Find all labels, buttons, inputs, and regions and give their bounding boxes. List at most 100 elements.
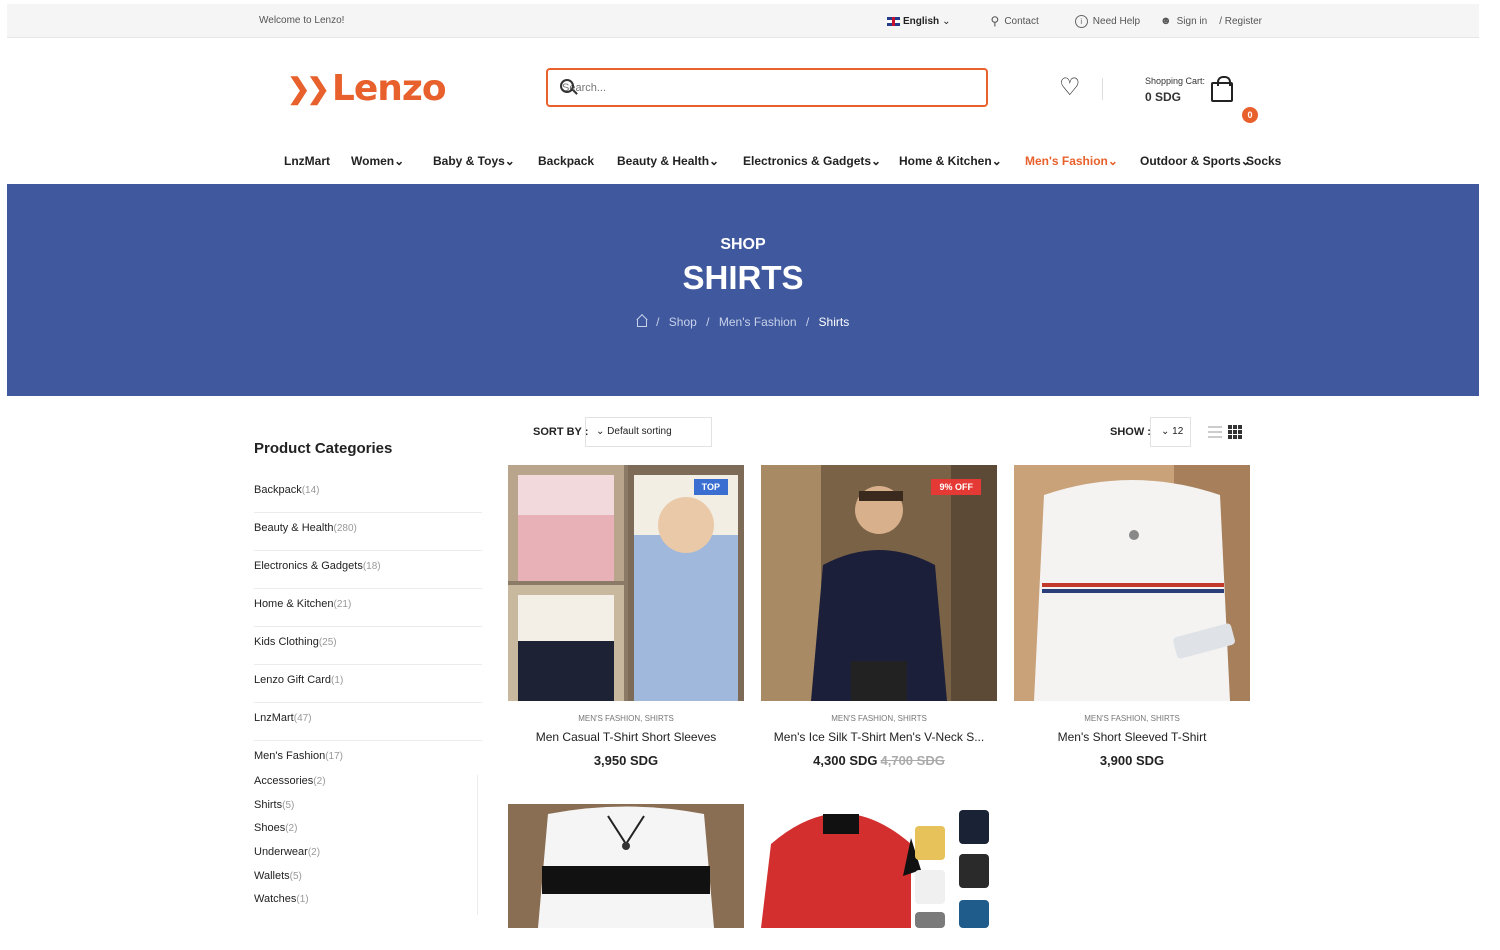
chevron-down-icon: ⌄	[504, 154, 515, 168]
subcategory-name: Accessories	[254, 775, 314, 787]
subcategory-item[interactable]: Accessories(2)	[254, 775, 477, 799]
need-help-link[interactable]: i Need Help	[1074, 14, 1141, 28]
nav-item-home-kitchen[interactable]: Home & Kitchen⌄	[899, 154, 1002, 168]
product-image[interactable]	[1014, 465, 1250, 701]
language-label: English	[903, 15, 940, 27]
current-price: 4,300 SDG	[813, 753, 878, 768]
product-image[interactable]: 9% OFF	[761, 465, 997, 701]
home-icon[interactable]	[636, 319, 647, 327]
nav-item-outdoor-sports[interactable]: Outdoor & Sports⌄	[1140, 154, 1251, 168]
nav-item-beauty-health[interactable]: Beauty & Health⌄	[617, 154, 719, 168]
product-categories[interactable]: MEN'S FASHION, SHIRTS	[1014, 714, 1250, 723]
wishlist-heart-icon[interactable]: ♡	[1059, 76, 1081, 100]
breadcrumb-mens-fashion[interactable]: Men's Fashion	[719, 315, 797, 329]
product-card[interactable]	[761, 804, 997, 928]
category-count: (21)	[333, 599, 352, 610]
need-help-label: Need Help	[1092, 15, 1141, 27]
per-page-value: 12	[1172, 426, 1184, 437]
nav-label: Home & Kitchen	[899, 154, 992, 168]
header: ❯❯ Lenzo ♡ Shopping Cart: 0 SDG 0	[7, 38, 1479, 142]
product-card[interactable]: TOP MEN'S FASHION, SHIRTS Men Casual T-S…	[508, 465, 744, 768]
subcategory-item[interactable]: Underwear(2)	[254, 846, 477, 870]
product-image[interactable]	[761, 804, 997, 928]
product-image[interactable]: TOP	[508, 465, 744, 701]
breadcrumb-separator: /	[656, 315, 660, 329]
shopping-bag-icon[interactable]	[1211, 76, 1233, 102]
category-name: Kids Clothing	[254, 636, 319, 648]
nav-label: Backpack	[538, 154, 595, 168]
category-name: Home & Kitchen	[254, 598, 334, 610]
category-count: (280)	[333, 523, 357, 534]
chevron-down-icon: ⌄	[991, 154, 1002, 168]
subcategory-count: (2)	[307, 847, 321, 859]
nav-item-socks[interactable]: Socks	[1246, 154, 1281, 168]
subcategory-count: (5)	[289, 870, 302, 882]
chevron-down-icon: ⌄	[709, 154, 720, 168]
category-item[interactable]: Kids Clothing(25)	[254, 627, 482, 665]
subcategory-item[interactable]: Shirts(5)	[254, 799, 477, 823]
product-card[interactable]	[508, 804, 744, 928]
product-card[interactable]: 9% OFF MEN'S FASHION, SHIRTS Men's Ice S…	[761, 465, 997, 768]
category-item[interactable]: Men's Fashion(17)	[254, 741, 482, 779]
product-categories[interactable]: MEN'S FASHION, SHIRTS	[508, 714, 744, 723]
breadcrumb-shop[interactable]: Shop	[669, 315, 697, 329]
cart-summary[interactable]: Shopping Cart: 0 SDG	[1145, 76, 1205, 104]
breadcrumb-current: Shirts	[818, 315, 850, 329]
product-categories[interactable]: MEN'S FASHION, SHIRTS	[761, 714, 997, 723]
category-item[interactable]: LnzMart(47)	[254, 703, 482, 741]
list-view-icon[interactable]	[1208, 426, 1222, 439]
contact-link[interactable]: ⚲ Contact	[991, 14, 1039, 28]
nav-item-baby-toys[interactable]: Baby & Toys⌄	[433, 154, 515, 168]
info-icon: i	[1074, 14, 1088, 28]
product-name[interactable]: Men Casual T-Shirt Short Sleeves	[508, 730, 744, 744]
category-item[interactable]: Electronics & Gadgets(18)	[254, 551, 482, 589]
breadcrumb-separator: /	[706, 315, 710, 329]
subcategory-item[interactable]: Watches(1)	[254, 893, 477, 917]
uk-flag-icon	[887, 16, 900, 26]
sign-in-link[interactable]: ☻ Sign in	[1160, 15, 1207, 27]
show-label: SHOW :	[1110, 426, 1151, 438]
category-item[interactable]: Backpack(14)	[254, 475, 482, 513]
top-bar-links: English ⌄ ⚲ Contact i Need Help ☻ Sign i…	[887, 14, 1262, 28]
user-icon: ☻	[1160, 15, 1172, 27]
subcategory-name: Shoes	[254, 822, 286, 835]
nav-item-women[interactable]: Women⌄	[351, 154, 404, 168]
nav-item-mens-fashion[interactable]: Men's Fashion⌄	[1025, 154, 1118, 168]
register-link[interactable]: / Register	[1219, 16, 1262, 27]
product-image[interactable]	[508, 804, 744, 928]
nav-label: Women	[351, 154, 395, 168]
cart-label: Shopping Cart:	[1145, 76, 1206, 86]
logo-text: Lenzo	[331, 68, 447, 109]
category-item[interactable]: Beauty & Health(280)	[254, 513, 482, 551]
category-count: (25)	[318, 637, 337, 648]
sort-value: Default sorting	[607, 426, 672, 437]
logo[interactable]: ❯❯ Lenzo	[287, 68, 447, 109]
grid-view-icon[interactable]	[1228, 425, 1243, 440]
product-card[interactable]: MEN'S FASHION, SHIRTS Men's Short Sleeve…	[1014, 465, 1250, 768]
category-name: Beauty & Health	[254, 522, 334, 534]
banner-subtitle: SHOP	[720, 236, 766, 253]
nav-item-lnzmart[interactable]: LnzMart	[284, 154, 330, 168]
search-input[interactable]	[546, 68, 988, 107]
subcategory-count: (2)	[285, 823, 298, 835]
logo-arrow-icon: ❯❯	[287, 73, 330, 104]
nav-label: Beauty & Health	[617, 154, 710, 168]
language-selector[interactable]: English ⌄	[887, 16, 951, 27]
sidebar-title: Product Categories	[254, 440, 393, 457]
category-item[interactable]: Lenzo Gift Card(1)	[254, 665, 482, 703]
subcategory-item[interactable]: Wallets(5)	[254, 870, 477, 894]
product-name[interactable]: Men's Ice Silk T-Shirt Men's V-Neck S...	[761, 730, 997, 744]
category-count: (18)	[362, 561, 381, 572]
category-name: Men's Fashion	[254, 750, 326, 762]
nav-item-backpack[interactable]: Backpack	[538, 154, 594, 168]
per-page-select[interactable]: ⌄ 12	[1150, 417, 1191, 447]
sort-select[interactable]: ⌄ Default sorting	[585, 417, 712, 447]
product-name[interactable]: Men's Short Sleeved T-Shirt	[1014, 730, 1250, 744]
current-price: 3,900 SDG	[1099, 753, 1165, 768]
subcategory-item[interactable]: Shoes(2)	[254, 822, 477, 846]
discount-badge: 9% OFF	[931, 479, 981, 495]
category-item[interactable]: Home & Kitchen(21)	[254, 589, 482, 627]
page-title: SHIRTS	[682, 259, 804, 296]
search-icon[interactable]	[560, 79, 574, 93]
nav-item-electronics[interactable]: Electronics & Gadgets⌄	[743, 154, 881, 168]
